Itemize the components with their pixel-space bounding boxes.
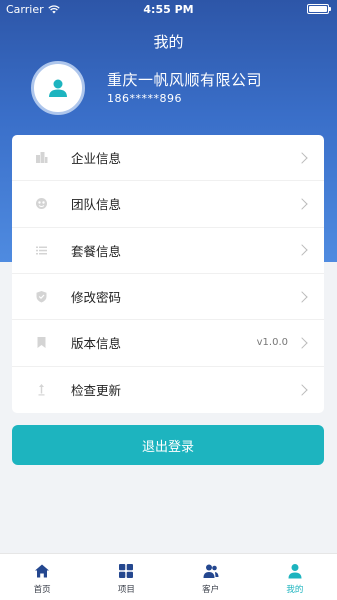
person-icon [286, 562, 304, 580]
battery-icon [307, 4, 331, 14]
page-title: 我的 [153, 33, 184, 51]
company-name: 重庆一帆风顺有限公司 [107, 71, 263, 89]
menu-card: 企业信息 团队信息 套餐信息 修改密码 版本信息 v1.0.0 检查更新 [12, 135, 324, 413]
menu-label: 团队信息 [71, 197, 122, 213]
chevron-right-icon [296, 244, 308, 256]
menu-item-plan-info[interactable]: 套餐信息 [12, 228, 324, 274]
chevron-right-icon [296, 384, 308, 396]
menu-item-change-password[interactable]: 修改密码 [12, 274, 324, 321]
version-value: v1.0.0 [256, 337, 288, 349]
menu-label: 套餐信息 [71, 243, 122, 259]
menu-label: 检查更新 [71, 383, 122, 399]
shield-icon [34, 290, 48, 304]
menu-label: 版本信息 [71, 336, 122, 352]
tab-label: 客户 [202, 584, 220, 595]
tab-bar: 首页 项目 客户 我的 [0, 553, 337, 600]
logout-button[interactable]: 退出登录 [12, 425, 324, 465]
status-time: 4:55 PM [143, 3, 194, 16]
tab-customers[interactable]: 客户 [169, 554, 253, 600]
menu-label: 企业信息 [71, 151, 122, 167]
phone-number: 186*****896 [107, 92, 182, 105]
home-icon [33, 562, 51, 580]
user-avatar-icon [49, 79, 67, 97]
chevron-right-icon [296, 151, 308, 164]
list-icon [34, 243, 48, 257]
tab-projects[interactable]: 项目 [84, 554, 168, 600]
menu-item-company-info[interactable]: 企业信息 [12, 135, 324, 182]
chevron-right-icon [296, 198, 308, 210]
tab-label: 我的 [286, 584, 304, 595]
tab-home[interactable]: 首页 [0, 554, 84, 600]
tab-mine[interactable]: 我的 [253, 554, 337, 600]
menu-item-team-info[interactable]: 团队信息 [12, 181, 324, 228]
menu-item-check-update[interactable]: 检查更新 [12, 367, 324, 413]
tab-label: 项目 [117, 584, 135, 595]
grid-icon [117, 562, 135, 580]
status-bar: Carrier 4:55 PM [0, 0, 337, 18]
team-icon [34, 197, 48, 211]
chevron-right-icon [296, 290, 308, 303]
menu-item-version-info[interactable]: 版本信息 v1.0.0 [12, 320, 324, 367]
menu-label: 修改密码 [71, 290, 122, 306]
avatar[interactable] [31, 61, 85, 115]
building-icon [34, 151, 48, 165]
tab-label: 首页 [33, 584, 51, 595]
bookmark-icon [34, 336, 48, 350]
update-icon [34, 383, 48, 397]
chevron-right-icon [296, 337, 308, 349]
customers-icon [202, 562, 220, 580]
